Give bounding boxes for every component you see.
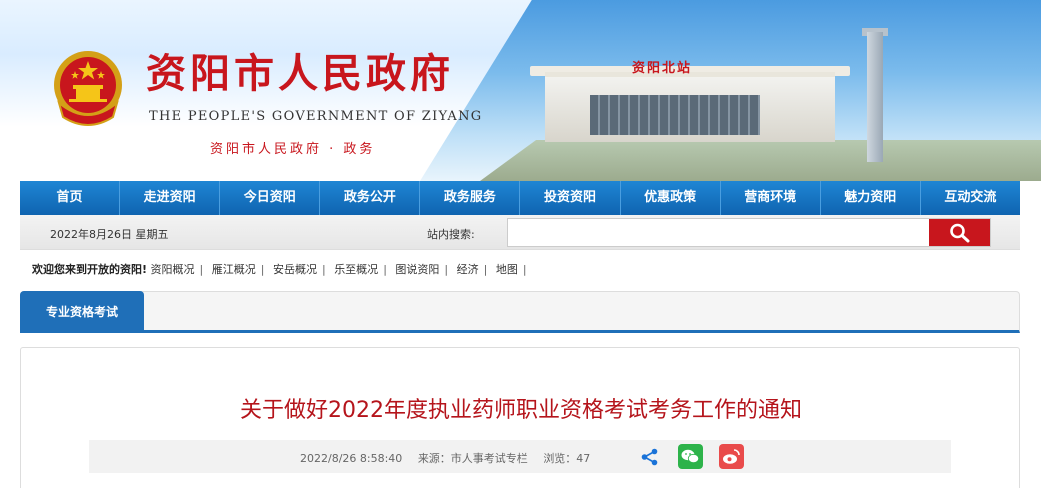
wechat-glyph-icon: [681, 449, 700, 464]
article-title: 关于做好2022年度执业药师职业资格考试考务工作的通知: [240, 398, 802, 423]
article-datetime: 2022/8/26 8:58:40: [300, 452, 403, 465]
nav-item-charm-ziyang[interactable]: 魅力资阳: [821, 181, 921, 215]
nav-item-government-services[interactable]: 政务服务: [420, 181, 521, 215]
weibo-glyph-icon: [723, 449, 740, 464]
link-separator: |: [260, 263, 265, 276]
article-panel: 关于做好2022年度执业药师职业资格考试考务工作的通知 2022/8/26 8:…: [20, 347, 1020, 488]
welcome-links: 欢迎您来到开放的资阳! 资阳概况 | 雁江概况 | 安岳概况 | 乐至概况 | 图说资阳…: [32, 261, 532, 277]
nav-item-preferential-policies[interactable]: 优惠政策: [621, 181, 721, 215]
link-picture-ziyang[interactable]: 图说资阳: [395, 263, 439, 276]
link-map[interactable]: 地图: [496, 263, 518, 276]
link-separator: |: [383, 263, 387, 276]
link-economy[interactable]: 经济: [457, 263, 479, 276]
link-separator: |: [199, 263, 204, 276]
link-separator: |: [444, 263, 449, 276]
main-navigation: 首页 走进资阳 今日资阳 政务公开 政务服务 投资资阳 优惠政策 营商环境 魅力…: [20, 181, 1020, 215]
nav-item-enter-ziyang[interactable]: 走进资阳: [120, 181, 221, 215]
search-bar: 2022年8月26日 星期五 站内搜索:: [20, 215, 1020, 250]
article-meta: 2022/8/26 8:58:40 来源：市人事考试专栏 浏览：47: [300, 450, 602, 466]
national-emblem-icon: [54, 51, 122, 126]
nav-item-government-info[interactable]: 政务公开: [320, 181, 421, 215]
nav-item-interaction[interactable]: 互动交流: [921, 181, 1020, 215]
link-separator: |: [483, 263, 488, 276]
nav-item-today-ziyang[interactable]: 今日资阳: [220, 181, 321, 215]
share-icon[interactable]: [640, 447, 660, 467]
category-tab-strip: 专业资格考试: [20, 291, 1020, 333]
nav-item-business-environment[interactable]: 营商环境: [721, 181, 821, 215]
header-ground: [480, 140, 1041, 181]
search-icon: [950, 223, 970, 243]
station-sign: 资阳北站: [632, 61, 693, 76]
link-yanjiang-overview[interactable]: 雁江概况: [212, 263, 256, 276]
header-tower-image: [867, 32, 883, 162]
tab-professional-qualification-exam[interactable]: 专业资格考试: [20, 291, 144, 333]
site-subtitle: THE PEOPLE'S GOVERNMENT OF ZIYANG: [149, 109, 483, 124]
weibo-icon[interactable]: [719, 444, 744, 469]
search-label: 站内搜索:: [427, 228, 475, 241]
wechat-icon[interactable]: [678, 444, 703, 469]
article-source: 来源：市人事考试专栏: [417, 452, 528, 465]
station-glass: [590, 95, 760, 135]
article-views: 浏览：47: [543, 452, 591, 465]
current-date: 2022年8月26日 星期五: [50, 228, 169, 241]
link-separator: |: [321, 263, 326, 276]
article-meta-bar: 2022/8/26 8:58:40 来源：市人事考试专栏 浏览：47: [89, 440, 951, 473]
nav-item-invest-ziyang[interactable]: 投资资阳: [520, 181, 621, 215]
link-separator: |: [522, 263, 527, 276]
link-lezhi-overview[interactable]: 乐至概况: [334, 263, 378, 276]
site-tagline: 资阳市人民政府 · 政务: [210, 142, 376, 157]
search-input[interactable]: [507, 218, 991, 247]
search-button[interactable]: [929, 219, 990, 246]
link-anyue-overview[interactable]: 安岳概况: [273, 263, 317, 276]
site-header: 资阳北站 资阳市人民政府 THE PEOPLE'S GOVERNMENT OF …: [0, 0, 1041, 181]
link-ziyang-overview[interactable]: 资阳概况: [151, 263, 195, 276]
nav-item-home[interactable]: 首页: [20, 181, 121, 215]
site-title: 资阳市人民政府: [146, 50, 454, 97]
welcome-text: 欢迎您来到开放的资阳!: [32, 263, 148, 276]
